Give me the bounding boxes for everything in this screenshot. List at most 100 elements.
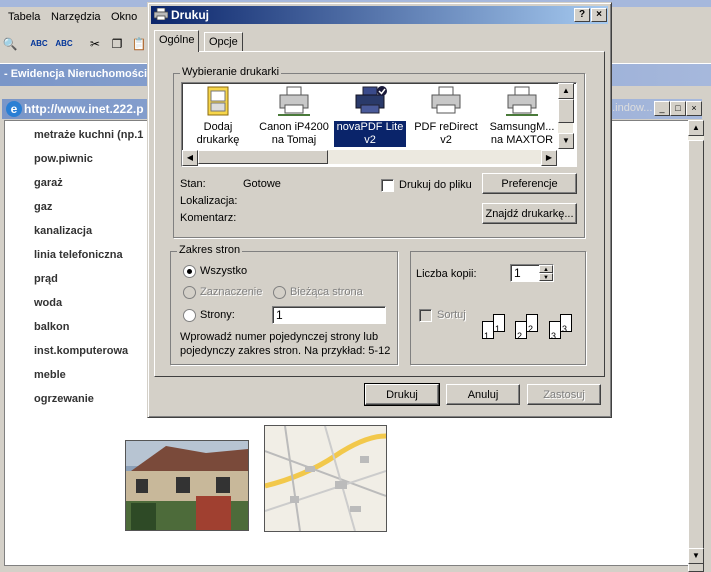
printer-item-canon[interactable]: Canon iP4200 na Tomaj — [258, 85, 330, 147]
printer-list-vscrollbar[interactable]: ▲ ▼ — [558, 83, 574, 149]
find-printer-button[interactable]: Znajdź drukarkę... — [482, 203, 577, 224]
printer-item-add[interactable]: Dodaj drukarkę — [182, 85, 254, 147]
attribute-label: prąd — [34, 273, 58, 285]
copy-page-icon: 1 — [493, 314, 505, 334]
location-label: Lokalizacja: — [180, 195, 238, 207]
vscroll-thumb[interactable] — [558, 99, 574, 123]
printer-item-samsung[interactable]: SamsungM... na MAXTOR — [486, 85, 558, 147]
spin-down-icon[interactable]: ▼ — [539, 273, 553, 281]
spellcheck-icon[interactable]: ABC — [30, 35, 48, 53]
printer-item-pdfredirect[interactable]: PDF reDirect v2 — [410, 85, 482, 147]
attribute-label: woda — [34, 297, 63, 309]
printer-icon — [154, 8, 168, 20]
add-printer-icon — [200, 85, 236, 119]
attribute-label: kanalizacja — [34, 225, 93, 237]
range-selection-label: Zaznaczenie — [200, 286, 263, 298]
menu-item-narzedzia[interactable]: Narzędzia — [51, 11, 101, 23]
paste-icon[interactable]: 📋 — [130, 35, 148, 53]
printer-item-novapdf[interactable]: novaPDF Lite v2 — [334, 85, 406, 147]
range-hint-line1: Wprowadź numer pojedynczej strony lub — [180, 331, 379, 343]
status-value: Gotowe — [243, 178, 281, 190]
status-label: Stan: — [180, 178, 206, 190]
tab-general[interactable]: Ogólne — [154, 30, 200, 52]
menu-item-tabela[interactable]: Tabela — [8, 11, 40, 23]
menu-item-okno[interactable]: Okno — [111, 11, 137, 23]
attribute-label: balkon — [34, 321, 70, 333]
close-icon[interactable]: × — [686, 101, 702, 116]
copy-page-icon: 3 — [560, 314, 572, 334]
printer-name: Dodaj — [203, 121, 233, 133]
tab-options[interactable]: Opcje — [204, 32, 243, 51]
collate-checkbox[interactable] — [419, 309, 432, 322]
printer-name: SamsungM... — [489, 121, 555, 133]
attribute-label: meble — [34, 369, 66, 381]
default-printer-icon — [352, 85, 388, 119]
scroll-up-icon[interactable]: ▲ — [688, 120, 704, 136]
printer-list-hscrollbar[interactable]: ◀ ▶ — [182, 150, 557, 166]
network-printer-icon — [276, 85, 312, 119]
copy-icon[interactable]: ❐ — [108, 35, 126, 53]
range-hint-line2: pojedynczy zakres stron. Na przykład: 5-… — [180, 345, 391, 357]
cut-icon[interactable]: ✂ — [86, 35, 104, 53]
page-vertical-scrollbar[interactable]: ▲ ▼ — [688, 120, 704, 572]
print-to-file-label: Drukuj do pliku — [399, 179, 472, 191]
range-pages-radio[interactable] — [183, 309, 196, 322]
scroll-thumb[interactable] — [688, 140, 704, 572]
attribute-label: pow.piwnic — [34, 153, 93, 165]
map-image[interactable] — [264, 425, 387, 532]
printer-name: Canon iP4200 — [259, 121, 329, 133]
range-selection-radio[interactable] — [183, 286, 196, 299]
printer-name-line2: v2 — [440, 134, 452, 146]
printer-name-line2: drukarkę — [196, 134, 240, 146]
printer-name-line2: na Tomaj — [271, 134, 317, 146]
scroll-left-icon[interactable]: ◀ — [182, 150, 198, 166]
page-range-label: Zakres stron — [177, 244, 243, 256]
ie-icon: e — [6, 101, 22, 117]
dialog-titlebar: Drukuj ? × — [151, 6, 608, 24]
browser-window-title: ...indow... — [606, 102, 653, 114]
apply-button[interactable]: Zastosuj — [527, 384, 601, 405]
spin-up-icon[interactable]: ▲ — [539, 265, 553, 273]
print-button[interactable]: Drukuj — [364, 383, 440, 406]
range-pages-label: Strony: — [200, 309, 235, 321]
attribute-label: inst.komputerowa — [34, 345, 129, 357]
range-all-label: Wszystko — [200, 265, 248, 277]
network-printer-icon — [504, 85, 540, 119]
attribute-label: garaż — [34, 177, 63, 189]
printer-name-line2: na MAXTOR — [490, 134, 554, 146]
spellcheck-auto-icon[interactable]: ABC — [55, 35, 73, 53]
attribute-label: gaz — [34, 201, 53, 213]
print-preview-icon[interactable]: 🔍 — [1, 35, 19, 53]
collate-label: Sortuj — [437, 309, 466, 321]
attribute-label: linia telefoniczna — [34, 249, 123, 261]
help-button[interactable]: ? — [574, 8, 590, 22]
range-all-radio[interactable] — [183, 265, 196, 278]
scroll-down-icon[interactable]: ▼ — [558, 133, 574, 149]
range-current-radio[interactable] — [273, 286, 286, 299]
range-current-label: Bieżąca strona — [290, 286, 363, 298]
attribute-label: ogrzewanie — [34, 393, 94, 405]
scroll-up-icon[interactable]: ▲ — [558, 83, 574, 99]
pages-input[interactable]: 1 — [272, 306, 386, 324]
scroll-down-icon[interactable]: ▼ — [688, 548, 704, 564]
cancel-button[interactable]: Anuluj — [446, 384, 520, 405]
preferences-button[interactable]: Preferencje — [482, 173, 577, 194]
printer-name-line2: v2 — [334, 134, 406, 147]
close-button[interactable]: × — [591, 8, 607, 22]
comment-label: Komentarz: — [180, 212, 237, 224]
attribute-label: metraże kuchni (np.1 — [34, 129, 144, 141]
document-title: - Ewidencja Nieruchomości — [4, 68, 148, 80]
printer-selection-label: Wybieranie drukarki — [180, 66, 282, 78]
printer-name: PDF reDirect — [414, 121, 478, 133]
copies-label: Liczba kopii: — [416, 268, 477, 280]
hscroll-thumb[interactable] — [198, 150, 328, 164]
print-to-file-checkbox[interactable] — [381, 179, 394, 192]
copy-page-icon: 2 — [526, 314, 538, 334]
maximize-icon[interactable]: □ — [670, 101, 686, 116]
printer-icon — [428, 85, 464, 119]
scroll-right-icon[interactable]: ▶ — [541, 150, 557, 166]
house-photo[interactable] — [125, 440, 249, 531]
address-url: http://www.inet.222.p — [24, 102, 144, 116]
minimize-icon[interactable]: _ — [654, 101, 670, 116]
print-dialog: Drukuj ? × Ogólne Opcje Wybieranie druka… — [147, 2, 612, 418]
